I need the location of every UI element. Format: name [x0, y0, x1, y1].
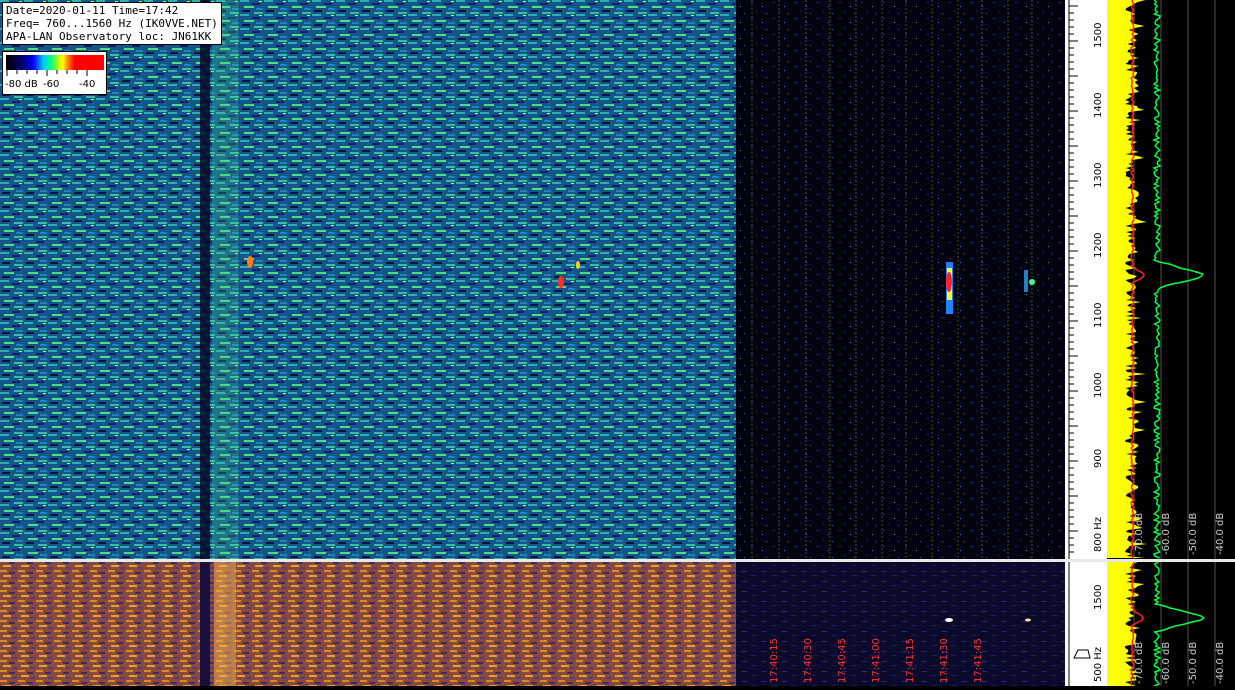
freq-tick-label: 900: [1093, 449, 1104, 468]
bottom-waterfall-dark-band: [200, 562, 210, 686]
db-tick-label: -40.0 dB: [1215, 513, 1226, 555]
signal-trace: [1024, 270, 1028, 292]
bottom-db-tick-label: -50.0 dB: [1188, 642, 1199, 684]
bottom-db-tick-label: -60.0 dB: [1161, 642, 1172, 684]
bottom-db-tick-label: -70.0 dB: [1134, 642, 1145, 684]
freq-range-line: Freq= 760...1560 Hz (IK0VVE.NET): [6, 17, 218, 30]
signal-blip: [576, 261, 580, 269]
color-scale-legend: -80 dB -60 -40: [2, 51, 107, 95]
freq-tick-label: 800 Hz: [1093, 517, 1104, 552]
bottom-waterfall-noise: [0, 562, 736, 686]
color-scale-ticks: [6, 70, 88, 76]
time-tick-label: 17:41:30: [939, 638, 950, 683]
time-tick-label: 17:40:45: [837, 638, 848, 683]
time-tick-label: 17:41:45: [973, 638, 984, 683]
db-tick-label: -50.0 dB: [1188, 513, 1199, 555]
time-tick-label: 17:40:15: [769, 638, 780, 683]
bottom-waterfall-bright-band: [214, 562, 236, 686]
bottom-db-tick-label: -40.0 dB: [1215, 642, 1226, 684]
info-header: Date=2020-01-11 Time=17:42 Freq= 760...15…: [2, 2, 222, 45]
db-tick-label: -60.0 dB: [1161, 513, 1172, 555]
db-tick-label: -70.0 dB: [1134, 513, 1145, 555]
legend-label-min: -80 dB: [5, 79, 38, 90]
spectrogram-canvas: 1500 1400 1300 1200 1100 1000 900 800 Hz…: [0, 0, 1235, 687]
bottom-freq-tick-label: 500 Hz: [1093, 647, 1104, 682]
color-scale-bar: [6, 55, 104, 70]
time-tick-label: 17:40:30: [803, 638, 814, 683]
time-tick-label: 17:41:15: [905, 638, 916, 683]
freq-tick-label: 1300: [1093, 163, 1104, 188]
waterfall-noise-area: [0, 0, 736, 559]
observatory-line: APA-LAN Observatory loc: JN61KK: [6, 30, 212, 43]
time-tick-label: 17:41:00: [871, 638, 882, 683]
signal-blip: [558, 276, 564, 288]
waterfall-quiet-area: [736, 0, 1065, 559]
freq-tick-label: 1500: [1093, 23, 1104, 48]
freq-tick-label: 1100: [1093, 303, 1104, 328]
bottom-freq-tick-label: 1500: [1093, 585, 1104, 610]
spectrogram-window: 1500 1400 1300 1200 1100 1000 900 800 Hz…: [0, 0, 1235, 687]
freq-tick-label: 1000: [1093, 373, 1104, 398]
freq-tick-label: 1400: [1093, 93, 1104, 118]
signal-blip: [1029, 279, 1035, 285]
waterfall-dark-band: [200, 0, 210, 559]
legend-label-mid: -60: [43, 79, 60, 90]
bottom-signal-blip: [1025, 618, 1031, 622]
freq-tick-label: 1200: [1093, 233, 1104, 258]
date-time-line: Date=2020-01-11 Time=17:42: [6, 4, 179, 17]
bottom-waterfall-quiet: [736, 562, 1065, 686]
panel-separator: [0, 559, 1235, 562]
signal-trace-core: [946, 272, 952, 292]
waterfall-bright-band: [212, 0, 238, 559]
signal-blip: [247, 256, 253, 268]
legend-label-max: -40: [79, 79, 96, 90]
bottom-signal-blip: [945, 618, 953, 622]
